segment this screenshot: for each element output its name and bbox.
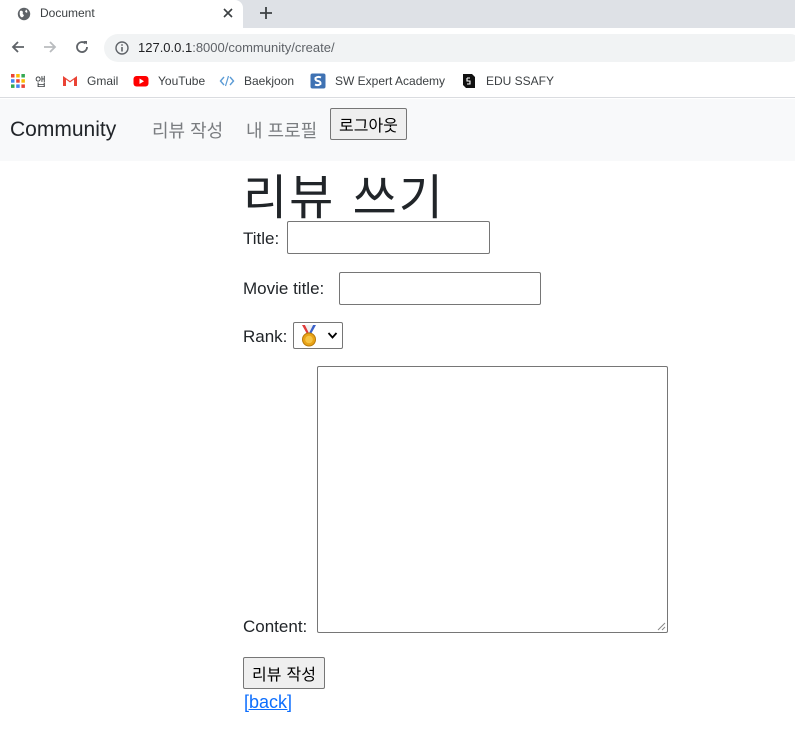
bookmark-label: EDU SSAFY [486, 74, 555, 88]
tab-title: Document [40, 6, 95, 20]
bookmark-label: SW Expert Academy [335, 74, 446, 88]
rank-select[interactable] [293, 322, 343, 349]
globe-icon [17, 7, 31, 21]
title-input[interactable] [287, 221, 490, 254]
bookmark-label: Baekjoon [244, 74, 295, 88]
bookmark-gmail[interactable]: Gmail [62, 72, 118, 90]
chevron-down-icon [327, 332, 338, 339]
site-navbar: Community 리뷰 작성 내 프로필 로그아웃 [0, 99, 795, 161]
brand-link[interactable]: Community [10, 118, 116, 142]
movie-title-input[interactable] [339, 272, 541, 305]
rank-label: Rank: [243, 327, 288, 346]
browser-tab[interactable]: Document [0, 0, 243, 28]
bookmarks-bar: 앱 Gmail YouTube Baekjoon SW Expert Acade… [0, 66, 795, 98]
content-label: Content: [243, 617, 308, 636]
bookmark-youtube[interactable]: YouTube [133, 72, 205, 90]
apps-grid-icon [11, 74, 25, 88]
bookmark-label: 앱 [35, 74, 47, 89]
nav-link-write-review[interactable]: 리뷰 작성 [152, 117, 223, 143]
page-title: 리뷰 쓰기 [243, 170, 445, 226]
back-arrow-icon[interactable] [10, 39, 26, 55]
gmail-icon [63, 76, 77, 86]
medal-icon [302, 325, 316, 347]
edu-ssafy-icon [463, 74, 475, 88]
bookmark-sw-expert-academy[interactable]: SW Expert Academy [310, 72, 445, 90]
resize-grip-icon[interactable] [657, 622, 666, 631]
sw-expert-icon [310, 73, 326, 89]
youtube-icon [133, 76, 149, 87]
content-textarea[interactable] [317, 366, 668, 633]
bookmark-apps[interactable]: 앱 [10, 72, 46, 90]
bookmark-baekjoon[interactable]: Baekjoon [219, 72, 294, 90]
new-tab-plus-icon[interactable] [258, 5, 274, 21]
submit-review-button[interactable]: 리뷰 작성 [243, 657, 325, 689]
logout-button[interactable]: 로그아웃 [330, 108, 407, 140]
address-bar[interactable]: 127.0.0.1:8000/community/create/ [104, 34, 795, 62]
title-label: Title: [243, 229, 280, 248]
bookmark-label: YouTube [158, 74, 206, 88]
code-brackets-icon [219, 75, 235, 87]
bookmark-edu-ssafy[interactable]: EDU SSAFY [461, 72, 554, 90]
info-icon[interactable] [115, 41, 129, 55]
tab-strip: Document [0, 0, 795, 28]
url-path: :8000/community/create/ [192, 40, 335, 55]
bookmark-label: Gmail [87, 74, 119, 88]
nav-link-my-profile[interactable]: 내 프로필 [246, 117, 317, 143]
forward-arrow-icon[interactable] [42, 39, 58, 55]
close-icon[interactable] [220, 5, 236, 21]
back-link[interactable]: [back] [244, 692, 292, 713]
movie-title-label: Movie title: [243, 279, 325, 298]
url-host: 127.0.0.1 [138, 40, 193, 55]
reload-icon[interactable] [74, 39, 90, 55]
url-text: 127.0.0.1:8000/community/create/ [138, 40, 335, 55]
